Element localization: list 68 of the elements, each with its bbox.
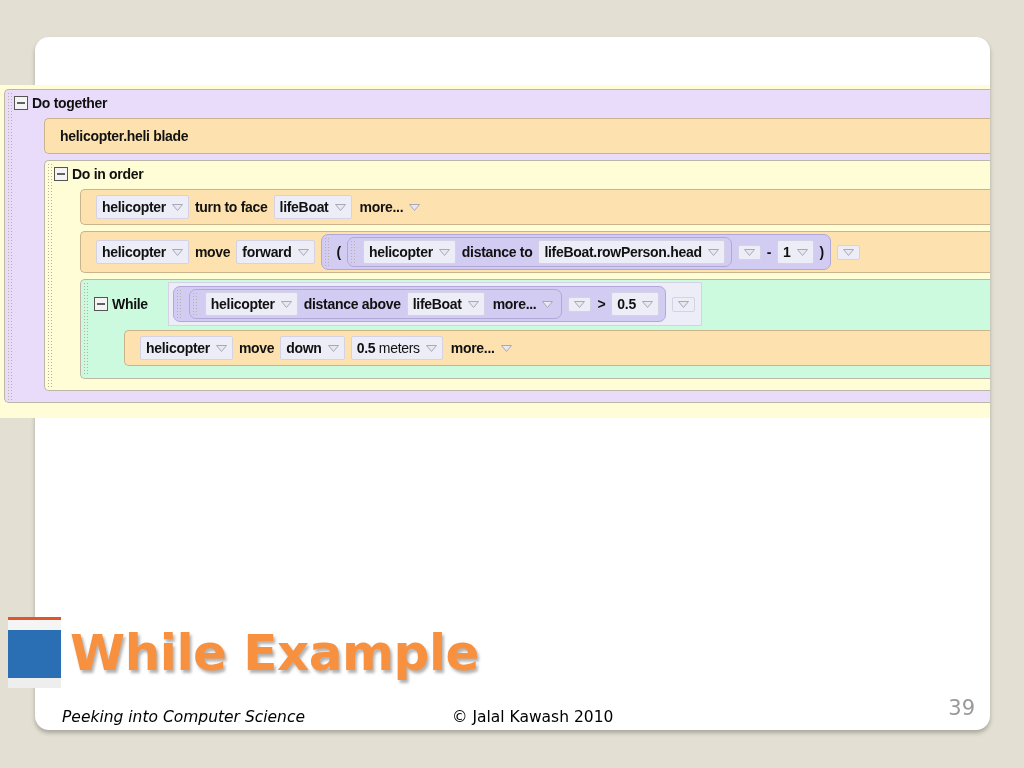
dropdown-button[interactable]: down	[280, 336, 345, 360]
caret-icon	[327, 344, 339, 352]
caret-icon	[171, 248, 183, 256]
caret-icon	[542, 300, 554, 308]
dropdown-button[interactable]: helicopter	[362, 240, 456, 264]
block-label: Do together	[32, 95, 108, 111]
dropdown-button[interactable]: lifeBoat	[406, 292, 485, 316]
condition-slot[interactable]: helicopter distance above lifeBoat more... > 0.5	[167, 282, 702, 326]
dropdown-button[interactable]: lifeBoat	[273, 195, 352, 219]
page-number: 39	[948, 696, 975, 720]
code-keyword: turn to face	[194, 199, 268, 215]
dropdown-button[interactable]: forward	[236, 240, 315, 264]
code-keyword: helicopter.heli blade	[60, 128, 189, 144]
book-cover-placeholder	[8, 617, 61, 688]
expression-block[interactable]: helicopter distance to lifeBoat.rowPerson.head	[346, 237, 732, 267]
caret-icon	[215, 344, 227, 352]
caret-icon	[425, 344, 437, 352]
more-menu[interactable]: more...	[448, 337, 514, 359]
block-label: While	[112, 296, 148, 312]
caret-icon	[409, 203, 421, 211]
caret-icon	[743, 248, 755, 256]
dropdown-button[interactable]: helicopter	[96, 195, 189, 219]
dropdown-button[interactable]: 0.5	[611, 292, 659, 316]
code-keyword: >	[597, 296, 606, 312]
collapse-icon[interactable]	[94, 297, 108, 311]
dropdown-button[interactable]: helicopter	[96, 240, 189, 264]
dropdown-button[interactable]: 1	[777, 240, 814, 264]
expression-block[interactable]: helicopter distance above lifeBoat more... > 0.5	[172, 286, 666, 322]
caret-icon	[467, 300, 479, 308]
dropdown-button[interactable]: helicopter	[140, 336, 233, 360]
caret-icon	[171, 203, 183, 211]
code-keyword: distance above	[303, 296, 401, 312]
caret-icon	[280, 300, 292, 308]
caret-icon	[334, 203, 346, 211]
more-menu[interactable]: more...	[357, 196, 423, 218]
while-block[interactable]: While helicopter distance above lifeBoat more... > 0.5 helicopter move down 0.5 meters more...	[80, 279, 990, 379]
caret-icon	[796, 248, 808, 256]
caret-icon	[707, 248, 719, 256]
collapse-icon[interactable]	[14, 96, 28, 110]
slide-title: While Example	[70, 623, 479, 682]
code-keyword: move	[194, 244, 231, 260]
collapse-icon[interactable]	[54, 167, 68, 181]
caret-icon	[574, 300, 586, 308]
code-keyword: (	[336, 244, 341, 260]
statement-block[interactable]: helicopter move forward ( helicopter distance to lifeBoat.rowPerson.head - 1 )	[80, 231, 990, 273]
statement-block[interactable]: helicopter.heli blade	[44, 118, 990, 154]
code-keyword: -	[766, 244, 772, 260]
dropdown-button[interactable]: lifeBoat.rowPerson.head	[538, 240, 725, 264]
statement-block[interactable]: helicopter turn to face lifeBoat more...	[80, 189, 990, 225]
control-block[interactable]	[44, 160, 990, 391]
caret-icon	[641, 300, 653, 308]
code-keyword: distance to	[461, 244, 533, 260]
caret-icon	[500, 344, 512, 352]
caret-icon	[297, 248, 309, 256]
dropdown-button[interactable]: helicopter	[204, 292, 298, 316]
footer-text: Peeking into Computer Science	[62, 708, 306, 726]
code-keyword: )	[819, 244, 824, 260]
caret-icon	[677, 300, 689, 308]
code-keyword: move	[238, 340, 275, 356]
copyright-text: © Jalal Kawash 2010	[452, 708, 614, 726]
caret-icon	[438, 248, 450, 256]
more-menu[interactable]: more...	[490, 293, 556, 315]
statement-block[interactable]: helicopter move down 0.5 meters more...	[124, 330, 990, 366]
block-label: Do in order	[72, 166, 144, 182]
caret-icon	[842, 248, 854, 256]
dropdown-button[interactable]: 0.5 meters	[350, 336, 443, 360]
expression-block[interactable]: helicopter distance above lifeBoat more...	[188, 289, 563, 319]
expression-block[interactable]: ( helicopter distance to lifeBoat.rowPerson.head - 1 )	[320, 234, 831, 270]
